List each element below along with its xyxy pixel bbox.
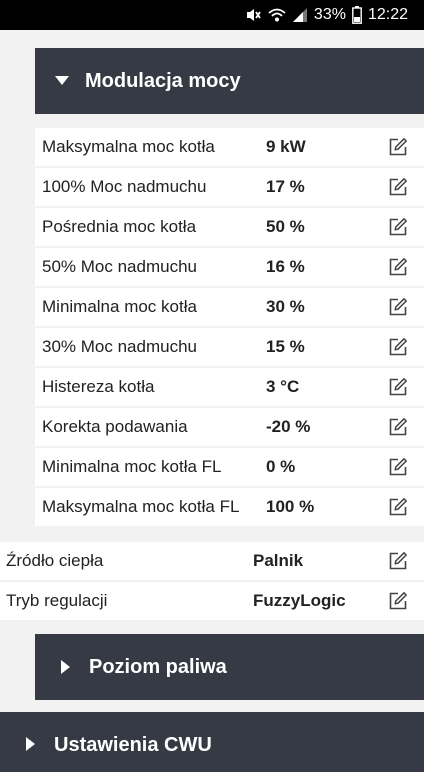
signal-icon: [292, 7, 308, 23]
settings-list: Źródło ciepła Palnik Tryb regulacji Fuzz…: [0, 542, 424, 622]
section-title: Modulacja mocy: [85, 69, 241, 92]
setting-label: Źródło ciepła: [6, 551, 104, 570]
param-list: Maksymalna moc kotła 9 kW 100% Moc nadmu…: [35, 128, 424, 528]
edit-icon[interactable]: [388, 417, 408, 437]
param-label: Minimalna moc kotła: [42, 297, 197, 316]
clock: 12:22: [367, 6, 408, 23]
param-label: Maksymalna moc kotła FL: [42, 497, 240, 516]
edit-icon[interactable]: [388, 177, 408, 197]
param-value: 16 %: [266, 257, 305, 276]
param-label: Minimalna moc kotła FL: [42, 457, 222, 476]
param-value: 100 %: [266, 497, 315, 516]
param-row: 100% Moc nadmuchu 17 %: [35, 168, 424, 206]
edit-icon[interactable]: [388, 457, 408, 477]
param-row: Minimalna moc kotła 30 %: [35, 288, 424, 326]
triangle-down-icon: [55, 76, 69, 86]
param-label: 30% Moc nadmuchu: [42, 337, 197, 356]
param-value: 15 %: [266, 337, 305, 356]
param-value: -20 %: [266, 417, 311, 436]
edit-icon[interactable]: [388, 591, 408, 611]
wifi-icon: [268, 7, 286, 23]
edit-icon[interactable]: [388, 137, 408, 157]
section-header-ustawienia-cwu[interactable]: Ustawienia CWU: [0, 712, 424, 772]
edit-icon[interactable]: [388, 497, 408, 517]
param-value: 30 %: [266, 297, 305, 316]
section-header-modulacja[interactable]: Modulacja mocy: [35, 48, 424, 114]
edit-icon[interactable]: [388, 337, 408, 357]
param-row: 50% Moc nadmuchu 16 %: [35, 248, 424, 286]
param-value: 17 %: [266, 177, 305, 196]
edit-icon[interactable]: [388, 551, 408, 571]
triangle-right-icon: [59, 660, 73, 674]
edit-icon[interactable]: [388, 377, 408, 397]
param-row: Histereza kotła 3 °C: [35, 368, 424, 406]
battery-percent: 33%: [313, 6, 346, 23]
section-title: Ustawienia CWU: [54, 734, 212, 756]
edit-icon[interactable]: [388, 257, 408, 277]
mute-icon: [244, 7, 262, 23]
param-label: Pośrednia moc kotła: [42, 217, 197, 236]
param-label: 100% Moc nadmuchu: [42, 177, 207, 196]
param-row: Maksymalna moc kotła FL 100 %: [35, 488, 424, 526]
section-header-poziom-paliwa[interactable]: Poziom paliwa: [35, 634, 424, 700]
param-value: 0 %: [266, 457, 296, 476]
param-label: Maksymalna moc kotła: [42, 137, 215, 156]
param-label: Histereza kotła: [42, 377, 155, 396]
param-row: Maksymalna moc kotła 9 kW: [35, 128, 424, 166]
status-bar: 33% 12:22: [0, 0, 424, 30]
param-row: Minimalna moc kotła FL 0 %: [35, 448, 424, 486]
setting-label: Tryb regulacji: [6, 591, 108, 610]
param-row: 30% Moc nadmuchu 15 %: [35, 328, 424, 366]
edit-icon[interactable]: [388, 217, 408, 237]
section-title: Poziom paliwa: [89, 655, 227, 678]
battery-icon: [352, 6, 362, 24]
param-value: 9 kW: [266, 137, 306, 156]
param-row: Korekta podawania -20 %: [35, 408, 424, 446]
setting-value: Palnik: [253, 551, 304, 570]
setting-row-regulation-mode: Tryb regulacji FuzzyLogic: [0, 582, 424, 620]
param-value: 50 %: [266, 217, 305, 236]
param-value: 3 °C: [266, 377, 300, 396]
setting-row-heat-source: Źródło ciepła Palnik: [0, 542, 424, 580]
setting-value: FuzzyLogic: [253, 591, 346, 610]
param-label: 50% Moc nadmuchu: [42, 257, 197, 276]
param-label: Korekta podawania: [42, 417, 188, 436]
edit-icon[interactable]: [388, 297, 408, 317]
param-row: Pośrednia moc kotła 50 %: [35, 208, 424, 246]
triangle-right-icon: [24, 737, 38, 751]
